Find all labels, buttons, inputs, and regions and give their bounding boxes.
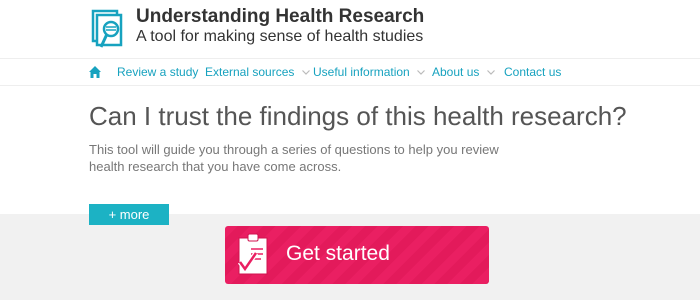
nav-item-external-sources[interactable]: External sources: [205, 65, 310, 79]
nav-item-review-a-study[interactable]: Review a study: [117, 65, 198, 79]
nav-item-label: Review a study: [117, 65, 199, 79]
site-title[interactable]: Understanding Health Research: [136, 6, 424, 28]
site-tagline: A tool for making sense of health studie…: [136, 28, 424, 45]
nav-item-label: Contact us: [504, 65, 562, 79]
nav-item-label: Useful information: [313, 65, 410, 79]
chevron-down-icon: [301, 70, 310, 75]
clipboard-check-icon: [237, 233, 268, 275]
nav-item-label: External sources: [205, 65, 295, 79]
home-icon[interactable]: [88, 65, 102, 79]
page-title: Can I trust the findings of this health …: [89, 101, 627, 131]
main-nav: Review a study External sources Useful i…: [0, 58, 700, 86]
nav-item-label: About us: [432, 65, 480, 79]
nav-item-contact-us[interactable]: Contact us: [504, 65, 561, 79]
more-button-label: + more: [108, 207, 150, 222]
document-magnifier-icon[interactable]: [90, 8, 130, 50]
more-button[interactable]: + more: [89, 204, 169, 225]
chevron-down-icon: [486, 70, 495, 75]
site-header: Understanding Health Research A tool for…: [0, 0, 700, 58]
chevron-down-icon: [417, 70, 425, 75]
get-started-label: Get started: [286, 242, 390, 265]
nav-item-about-us[interactable]: About us: [432, 65, 495, 79]
get-started-button[interactable]: Get started: [225, 226, 489, 284]
intro-text: This tool will guide you through a serie…: [89, 142, 499, 174]
nav-item-useful-information[interactable]: Useful information: [313, 65, 425, 79]
